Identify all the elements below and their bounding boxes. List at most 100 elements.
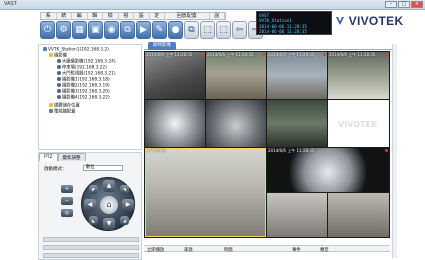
log-col-type[interactable]: 類型 — [320, 247, 329, 253]
tab-ptz[interactable]: PTZ — [39, 153, 58, 161]
tree-camera-item[interactable]: 攝影機3(192.168.3.20) — [57, 89, 110, 95]
video-tile[interactable]: 2014/6/6 上午 11:28:35 — [267, 52, 327, 99]
tree-camera-item[interactable]: 攝影機2(192.168.3.19) — [57, 83, 110, 89]
window-title: VAST — [4, 1, 17, 7]
settings-button[interactable]: ⚙ — [56, 21, 71, 39]
menu-system-2[interactable]: 統 — [57, 13, 72, 19]
ptz-tabs: PTZ 變焦調整 — [39, 153, 86, 161]
brand-logo: VIVOTEK — [335, 14, 421, 30]
liveview-button[interactable]: ▣ — [88, 21, 103, 39]
focus-button[interactable]: ◎ — [61, 209, 73, 217]
menu-view-2[interactable]: 視 — [119, 13, 134, 19]
focus-slider[interactable] — [43, 245, 139, 250]
title-bar: VAST – □ × — [0, 0, 425, 10]
server-icon — [43, 47, 47, 51]
tree-camera-item[interactable]: 停車場(192.168.3.22) — [57, 65, 107, 71]
record-indicator — [323, 53, 326, 56]
layout-small-button-2[interactable]: ⬚ — [216, 21, 231, 39]
camera-icon — [57, 71, 61, 75]
pan-left-button[interactable]: ◀ — [84, 199, 96, 211]
pan-up-left-button[interactable]: ◤ — [89, 185, 98, 194]
folder-icon — [49, 53, 53, 57]
pan-up-right-button[interactable]: ◥ — [120, 185, 129, 194]
video-tile[interactable]: 2014/6/6 上午 11:28:35 — [206, 52, 266, 99]
tree-tv-wall[interactable]: 電視牆配置 — [49, 109, 75, 115]
tree-media-storage[interactable]: 媒體儲存位置 — [49, 103, 80, 109]
video-tile-selected[interactable]: 大門監視器 — [145, 148, 266, 237]
speed-slider[interactable] — [43, 253, 139, 258]
tree-camera-item[interactable]: 大廳攝影機(192.168.3.24) — [57, 59, 116, 65]
pan-right-button[interactable]: ▶ — [122, 199, 134, 211]
log-col-time[interactable]: 時間 — [224, 247, 233, 253]
video-tile[interactable] — [267, 100, 327, 147]
status-clock: VAST VVTK_Station1 2014-06-06 11:28:35 2… — [256, 11, 332, 35]
window-button[interactable]: ⧉ — [184, 21, 199, 39]
home-icon[interactable]: ⌂ — [100, 196, 118, 214]
tree-group-cameras[interactable]: 攝影機 — [49, 53, 67, 59]
ptz-mode-select[interactable]: 數位 — [83, 165, 123, 171]
menu-edit[interactable]: 編 — [72, 13, 88, 19]
app-window: VAST – □ × 系 統 編 輯 檢 視 設 定 回放配置 說 ⏻ ⚙ ▦ … — [0, 0, 425, 260]
video-tile[interactable] — [328, 193, 389, 237]
tv-wall-icon — [49, 109, 53, 113]
back-button[interactable]: ⇦ — [232, 21, 247, 39]
view-tabs: 即時影像 — [144, 42, 392, 50]
pan-down-button[interactable]: ▼ — [103, 218, 115, 230]
minimize-button[interactable]: – — [385, 1, 397, 8]
video-tile-empty[interactable]: VIVOTEK — [328, 100, 389, 147]
tree-camera-item[interactable]: 攝影機1(192.168.3.18) — [57, 77, 110, 83]
edit-button[interactable]: ✎ — [152, 21, 167, 39]
storage-icon — [49, 103, 53, 107]
menu-view[interactable]: 檢 — [103, 13, 119, 19]
menu-bar: 系 統 編 輯 檢 視 設 定 回放配置 說 — [40, 12, 226, 20]
menu-help[interactable]: 說 — [210, 13, 225, 19]
camera-button[interactable]: ◉ — [104, 21, 119, 39]
menu-settings[interactable]: 設 — [134, 13, 150, 19]
tab-zoom-adjust[interactable]: 變焦調整 — [57, 153, 86, 161]
video-tile[interactable]: 2014/6/6 上午 11:28:35 — [145, 52, 205, 99]
maximize-button[interactable]: □ — [398, 1, 410, 8]
video-tile[interactable] — [206, 100, 266, 147]
ptz-panel: PTZ 變焦調整 啟動模式： 數位 ▲ ▼ ◀ ▶ ◤ ◥ ◣ ◢ ⌂ + − … — [38, 152, 142, 260]
menu-system[interactable]: 系 — [41, 13, 57, 19]
log-col-event[interactable]: 事件 — [292, 247, 301, 253]
layout-small-button[interactable]: ⬚ — [200, 21, 215, 39]
video-tile[interactable] — [267, 193, 327, 237]
pan-down-right-button[interactable]: ◢ — [120, 216, 129, 225]
ptz-direction-pad: ▲ ▼ ◀ ▶ ◤ ◥ ◣ ◢ ⌂ — [81, 177, 135, 231]
zoom-out-button[interactable]: − — [61, 197, 73, 205]
vertical-scrollbar[interactable] — [392, 44, 397, 258]
zoom-slider[interactable] — [43, 237, 139, 242]
record-indicator — [262, 53, 265, 56]
video-tile-fisheye[interactable]: 2014/6/6 上午 11:28:35 — [267, 148, 389, 192]
tree-root[interactable]: VVTK_Station1(192.168.3.2) — [43, 47, 109, 53]
zoom-in-button[interactable]: + — [61, 185, 73, 193]
close-button[interactable]: × — [411, 1, 423, 8]
event-log-header: 立即播放 來源 時間 事件 類型 — [144, 245, 390, 253]
record-indicator — [385, 53, 388, 56]
play-button[interactable]: ▶ — [136, 21, 151, 39]
pan-up-button[interactable]: ▲ — [103, 180, 115, 192]
log-col-play[interactable]: 立即播放 — [147, 247, 164, 253]
menu-settings-2[interactable]: 定 — [150, 13, 165, 19]
video-tile[interactable] — [145, 100, 205, 147]
pan-down-left-button[interactable]: ◣ — [89, 216, 98, 225]
video-grid: 2014/6/6 上午 11:28:35 2014/6/6 上午 11:28:3… — [144, 51, 390, 238]
multiview-button[interactable]: ⧉ — [120, 21, 135, 39]
video-tile[interactable]: 2014/6/6 上午 11:28:35 — [328, 52, 389, 99]
record-button[interactable]: ● — [168, 21, 183, 39]
menu-edit-2[interactable]: 輯 — [88, 13, 103, 19]
ptz-mode-label: 啟動模式： — [44, 167, 67, 172]
tree-camera-item[interactable]: 攝影機4(192.168.3.22) — [57, 95, 110, 101]
device-tree: VVTK_Station1(192.168.3.2) 攝影機 大廳攝影機(192… — [38, 44, 142, 150]
layout-button[interactable]: ▦ — [72, 21, 87, 39]
record-indicator — [385, 149, 388, 152]
power-button[interactable]: ⏻ — [40, 21, 55, 39]
log-col-source[interactable]: 來源 — [184, 247, 193, 253]
camera-icon — [57, 89, 61, 93]
tree-camera-item[interactable]: 大門監視器(192.168.3.21) — [57, 71, 116, 77]
brand-mark-icon — [336, 17, 344, 25]
tab-live-view[interactable]: 即時影像 — [148, 42, 176, 50]
menu-playback-config[interactable]: 回放配置 — [165, 13, 210, 19]
brand-name: VIVOTEK — [348, 14, 404, 28]
